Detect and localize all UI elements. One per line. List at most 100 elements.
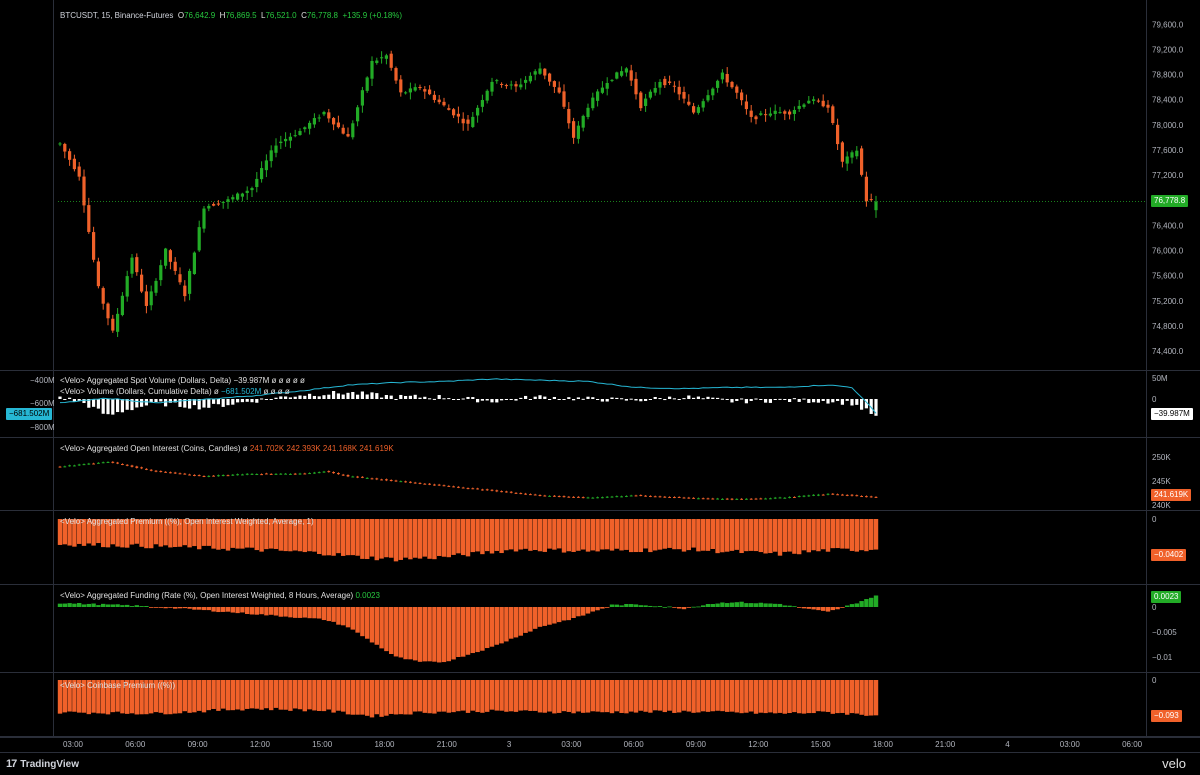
funding-bar [811, 607, 816, 610]
volume-delta-bar [845, 399, 849, 401]
premium-bar [811, 519, 816, 551]
candle-body [624, 68, 628, 73]
volume-delta-bar [255, 399, 259, 403]
oi-candle-body [351, 476, 355, 478]
funding-legend: <Velo> Aggregated Funding (Rate (%), Ope… [60, 591, 380, 601]
premium-bar [638, 519, 643, 553]
coinbase-bar [537, 680, 543, 713]
oi-candle-body [505, 491, 508, 493]
coinbase-bar [864, 680, 869, 716]
candle-body [303, 127, 307, 130]
volume-delta-bar [648, 399, 652, 400]
candle-body [389, 53, 393, 68]
volume-delta-bar [92, 399, 96, 407]
funding-bar [317, 607, 322, 619]
coinbase-bar [259, 680, 264, 710]
candle-body [183, 285, 187, 297]
oi-candle-body [159, 471, 163, 473]
volume-delta-bar [730, 399, 734, 403]
candle-body [135, 257, 139, 273]
candle-body [533, 71, 537, 75]
coinbase-bar [312, 680, 317, 711]
tradingview-brand[interactable]: 17 TradingView [6, 758, 79, 770]
price-tick: 75,600.0 [1152, 272, 1184, 281]
coinbase-legend-title[interactable]: <Velo> Coinbase Premium ((%)) [60, 681, 175, 690]
funding-bar [518, 607, 523, 636]
volume-delta-bar [677, 399, 681, 400]
candle-body [663, 78, 667, 86]
funding-bar [374, 607, 379, 645]
volume-legend-2-title[interactable]: <Velo> Volume (Dollars, Cumulative Delta… [60, 387, 212, 396]
candle-body [600, 87, 604, 93]
volume-delta-bar [116, 399, 120, 413]
oi-candle-body [711, 498, 715, 500]
close-value: 76,778.8 [306, 11, 338, 20]
coinbase-bar [489, 680, 495, 710]
candle-body [716, 80, 720, 88]
candle-body [418, 87, 422, 89]
volume-delta-bar [682, 398, 686, 400]
oi-candle-body [677, 496, 681, 498]
premium-bar [393, 519, 399, 562]
volume-delta-bar [327, 394, 331, 399]
candle-body [668, 81, 672, 83]
oi-candle-body [58, 466, 62, 468]
funding-bar [662, 606, 667, 608]
volume-delta-bar [687, 395, 691, 399]
funding-bar [777, 603, 783, 607]
coinbase-bar [806, 680, 811, 714]
funding-bar [614, 604, 619, 607]
premium-bar [806, 519, 811, 553]
funding-bar [561, 607, 567, 621]
funding-bar [787, 605, 792, 607]
volume-delta-bar [663, 399, 667, 401]
premium-bar [408, 519, 413, 560]
funding-bar [576, 607, 581, 617]
oi-candle-body [385, 479, 388, 481]
premium-bar [758, 519, 763, 553]
candle-body [874, 201, 878, 211]
premium-bar [456, 519, 461, 554]
volume-left-tick: −800M [30, 423, 55, 432]
candle-body [725, 73, 729, 83]
oi-candle-body [783, 497, 787, 499]
coinbase-bar [619, 680, 624, 713]
oi-legend-title[interactable]: <Velo> Aggregated Open Interest (Coins, … [60, 444, 241, 453]
candle-body [356, 107, 360, 122]
price-tick: 78,000.0 [1152, 121, 1184, 130]
candle-body [826, 104, 830, 108]
coinbase-bar [355, 680, 360, 715]
oi-candle-body [658, 496, 662, 498]
volume-delta-bar [528, 399, 532, 400]
funding-bar [72, 603, 77, 607]
candle-body [461, 118, 465, 124]
volume-delta-bar [154, 399, 158, 403]
oi-candle-body [721, 498, 724, 500]
funding-bar [57, 603, 63, 607]
candle-body [677, 86, 681, 95]
oi-candle-body [610, 496, 614, 498]
volume-delta-bar [303, 395, 307, 399]
candle-body [197, 227, 201, 251]
funding-legend-title[interactable]: <Velo> Aggregated Funding (Rate (%), Ope… [60, 591, 353, 600]
premium-legend: <Velo> Aggregated Premium ((%), Open Int… [60, 517, 314, 527]
coinbase-bar [417, 680, 423, 712]
symbol-line[interactable]: BTCUSDT, 15, Binance-Futures [60, 11, 173, 20]
oi-candle-body [337, 473, 340, 475]
oi-tick: 240K [1152, 501, 1171, 510]
volume-delta-bar [840, 399, 844, 405]
volume-legend-1-title[interactable]: <Velo> Aggregated Spot Volume (Dollars, … [60, 376, 231, 385]
volume-delta-bar [274, 397, 278, 399]
candle-body [346, 134, 350, 137]
volume-delta-bar [836, 399, 840, 401]
candle-body [860, 148, 864, 175]
premium-legend-title[interactable]: <Velo> Aggregated Premium ((%), Open Int… [60, 517, 314, 526]
funding-bar [91, 603, 96, 607]
coinbase-bar [734, 680, 739, 713]
coinbase-bar [605, 680, 610, 713]
funding-bar [422, 607, 427, 662]
funding-bar [638, 605, 643, 607]
volume-delta-bar [533, 396, 537, 399]
funding-bar [293, 607, 298, 618]
volume-delta-bar [236, 399, 240, 403]
